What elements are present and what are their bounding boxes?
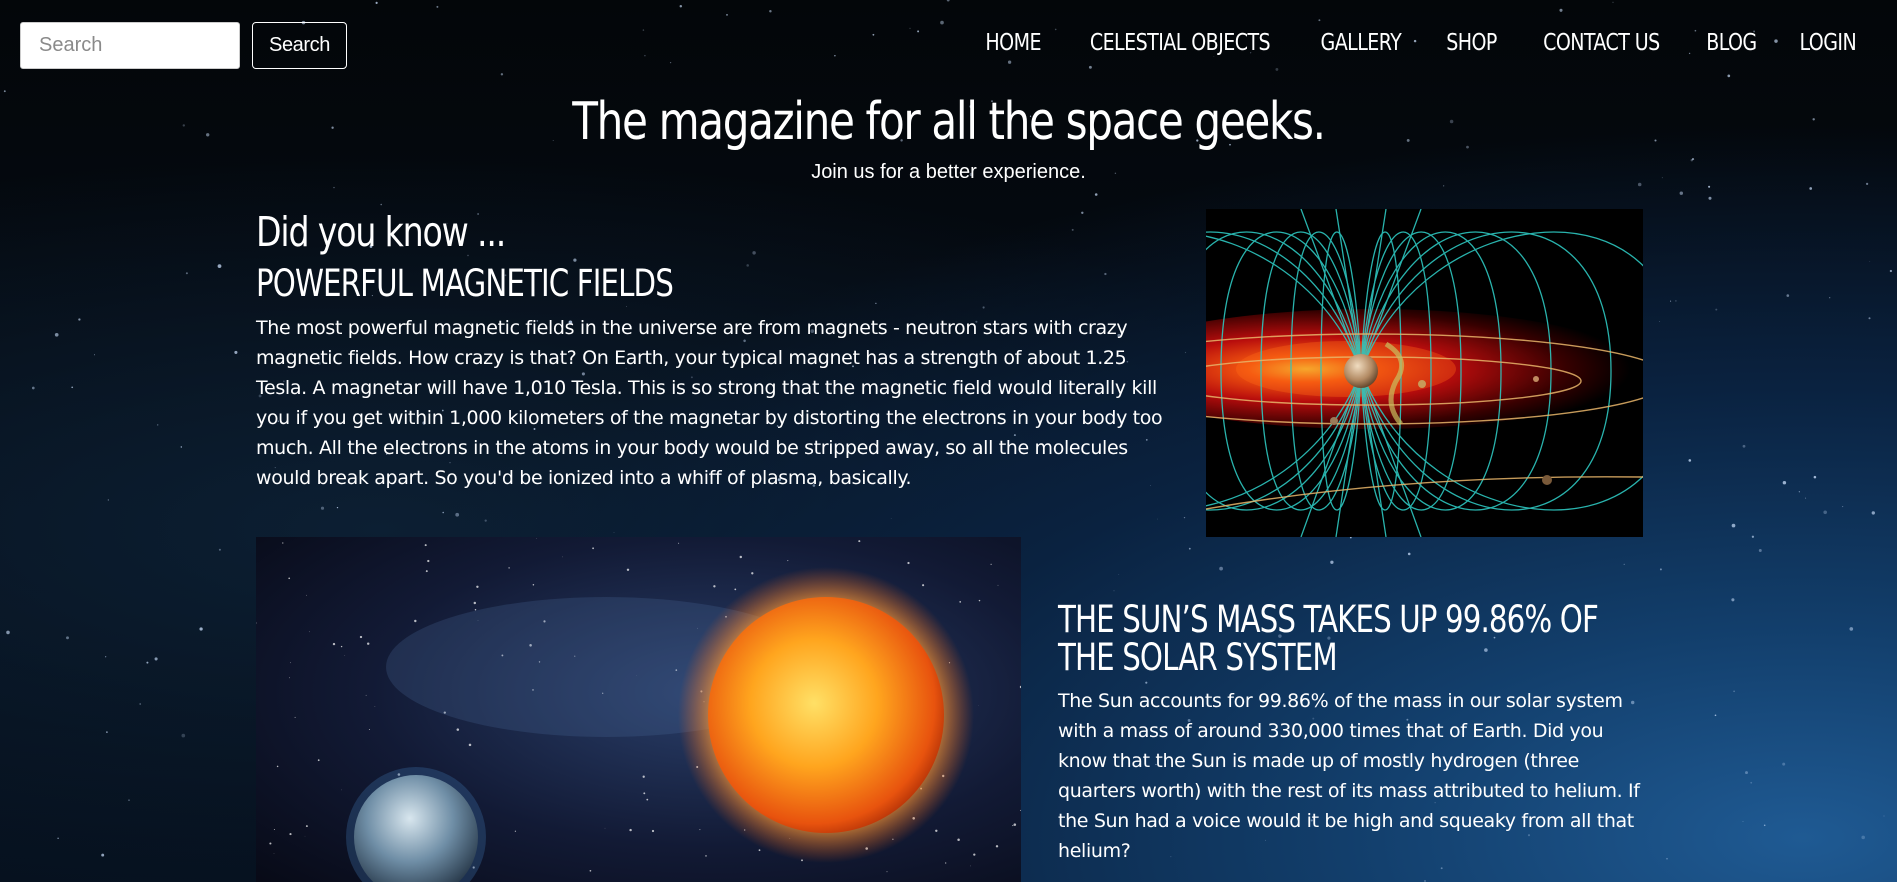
page-title: The magazine for all the space geeks.: [572, 92, 1326, 152]
fact-title-sun-mass: THE SUN’S MASS TAKES UP 99.86% OF THE SO…: [1058, 598, 1599, 679]
nav-home[interactable]: HOME: [985, 30, 1041, 56]
nav-login[interactable]: LOGIN: [1800, 30, 1857, 56]
nav-contact-us[interactable]: CONTACT US: [1543, 30, 1660, 56]
search-button[interactable]: Search: [252, 22, 347, 69]
search-input[interactable]: [20, 22, 240, 69]
nav-blog[interactable]: BLOG: [1706, 30, 1757, 56]
sun-earth-image: [256, 537, 1021, 882]
fact-body-magnetic-fields: The most powerful magnetic fields in the…: [256, 317, 1163, 489]
page-subtitle: Join us for a better experience.: [811, 161, 1086, 183]
main-nav: HOME CELESTIAL OBJECTS GALLERY SHOP CONT…: [944, 30, 1859, 56]
nav-celestial-objects[interactable]: CELESTIAL OBJECTS: [1090, 30, 1271, 56]
fact-body-sun-mass: The Sun accounts for 99.86% of the mass …: [1058, 690, 1640, 862]
nav-gallery[interactable]: GALLERY: [1321, 30, 1402, 56]
did-you-know-heading: Did you know ...: [256, 208, 506, 256]
magnetic-field-image: [1206, 209, 1643, 537]
nav-shop[interactable]: SHOP: [1446, 30, 1497, 56]
fact-title-magnetic-fields: POWERFUL MAGNETIC FIELDS: [256, 262, 674, 305]
